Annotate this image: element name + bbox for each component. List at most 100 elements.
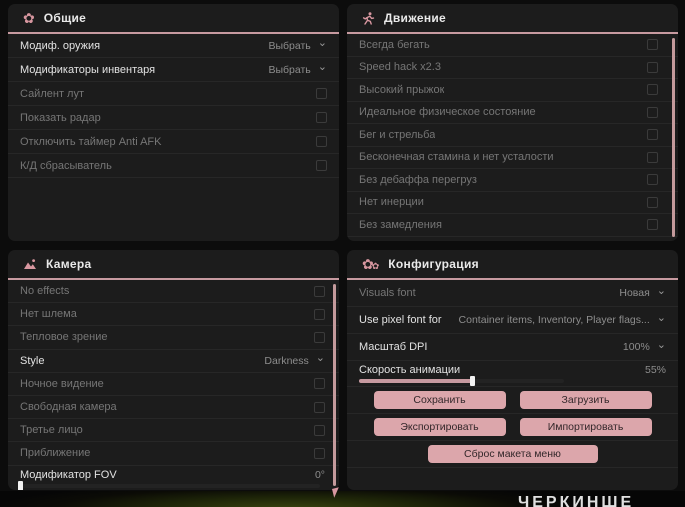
setting-row: Сайлент лут — [8, 82, 339, 106]
panel-header: Камера — [8, 250, 339, 280]
slider-value: 55% — [644, 364, 666, 376]
load-button[interactable]: Загрузить — [519, 391, 652, 409]
slider[interactable] — [359, 376, 564, 386]
button-row: Экспортировать Импортировать — [347, 414, 678, 441]
panel-title: Общие — [43, 11, 87, 25]
setting-row: Третье лицо — [8, 419, 339, 443]
setting-label: Без дебаффа перегруз — [359, 173, 477, 186]
gears-icon: ✿ ✿ — [362, 256, 380, 272]
checkbox[interactable] — [647, 61, 658, 73]
panel-rows: Всегда бегать Speed hack x2.3 Высокий прыж… — [347, 34, 678, 237]
checkbox[interactable] — [647, 84, 658, 96]
setting-row: Высокий прыжок — [347, 79, 678, 102]
setting-row: Ночное видение — [8, 373, 339, 396]
setting-label: Бег и стрельба — [359, 128, 436, 141]
checkbox[interactable] — [316, 88, 327, 99]
checkbox[interactable] — [647, 219, 658, 231]
setting-row: Скорость анимации 55% — [347, 361, 678, 387]
panel-title: Конфигурация — [388, 257, 479, 271]
setting-label: Нет шлема — [20, 308, 77, 321]
setting-label: Масштаб DPI — [359, 341, 428, 353]
checkbox[interactable] — [314, 401, 325, 413]
panel-header: ✿ Общие — [8, 4, 339, 34]
panel-general: ✿ Общие Модиф. оружия Выбрать ⌄ Модификаторы … — [8, 4, 339, 241]
setting-label: Visuals font — [359, 287, 416, 299]
setting-label: Свободная камера — [20, 401, 117, 414]
dropdown[interactable]: 100% ⌄ — [622, 338, 666, 353]
setting-label: Скорость анимации — [359, 364, 461, 376]
checkbox[interactable] — [316, 112, 327, 123]
setting-label: Use pixel font for — [359, 314, 442, 326]
checkbox[interactable] — [314, 308, 325, 320]
checkbox[interactable] — [647, 106, 658, 118]
setting-label: Нет инерции — [359, 196, 424, 209]
dropdown[interactable]: Darkness ⌄ — [264, 352, 325, 367]
setting-label: Третье лицо — [20, 424, 83, 437]
dropdown-value: Darkness — [264, 354, 309, 367]
checkbox[interactable] — [314, 424, 325, 436]
panel-header: ✿ ✿ Конфигурация — [347, 250, 678, 280]
gear-icon: ✿ — [23, 10, 35, 26]
checkbox[interactable] — [647, 196, 658, 208]
setting-label: Ночное видение — [20, 377, 104, 390]
dropdown[interactable]: Выбрать ⌄ — [268, 61, 327, 76]
setting-row: Бег и стрельба — [347, 124, 678, 147]
checkbox[interactable] — [314, 447, 325, 459]
scrollbar[interactable] — [672, 38, 675, 237]
setting-label: Всегда бегать — [359, 38, 430, 51]
setting-row-line: Скорость анимации 55% — [359, 364, 666, 376]
setting-label: Speed hack x2.3 — [359, 61, 441, 74]
chevron-down-icon: ⌄ — [317, 37, 327, 49]
checkbox[interactable] — [314, 285, 325, 297]
dropdown[interactable]: Новая ⌄ — [619, 284, 666, 299]
checkbox[interactable] — [647, 129, 658, 141]
setting-row: Всегда бегать — [347, 34, 678, 57]
setting-row: К/Д сбрасыватель — [8, 154, 339, 178]
chevron-down-icon: ⌄ — [317, 61, 327, 73]
chevron-down-icon: ⌄ — [656, 311, 666, 324]
mouse-cursor-icon — [332, 487, 341, 498]
setting-row: Style Darkness ⌄ — [8, 350, 339, 373]
slider-fill — [359, 379, 472, 383]
setting-row: Модификаторы инвентаря Выбрать ⌄ — [8, 58, 339, 82]
setting-row: Без замедления — [347, 214, 678, 237]
setting-row: Отключить таймер Anti AFK — [8, 130, 339, 154]
checkbox[interactable] — [314, 331, 325, 343]
dropdown-value: 100% — [622, 341, 650, 353]
slider-handle[interactable] — [18, 480, 23, 490]
checkbox[interactable] — [647, 174, 658, 186]
checkbox[interactable] — [647, 151, 658, 163]
save-button[interactable]: Сохранить — [373, 391, 506, 409]
panel-title: Движение — [384, 11, 447, 25]
setting-row: Нет инерции — [347, 192, 678, 214]
export-button[interactable]: Экспортировать — [373, 418, 506, 436]
setting-row: Приближение — [8, 442, 339, 466]
reset-menu-layout-button[interactable]: Сброс макета меню — [427, 445, 598, 463]
chevron-down-icon: ⌄ — [656, 338, 666, 351]
runner-icon — [362, 11, 375, 25]
slider-handle[interactable] — [469, 376, 475, 386]
dropdown[interactable]: Выбрать ⌄ — [268, 37, 327, 52]
setting-label: Сайлент лут — [20, 87, 84, 100]
chevron-down-icon: ⌄ — [315, 352, 325, 365]
checkbox[interactable] — [314, 378, 325, 390]
setting-label: Style — [20, 354, 45, 367]
scrollbar[interactable] — [333, 284, 336, 486]
setting-label: Показать радар — [20, 111, 101, 124]
checkbox[interactable] — [647, 39, 658, 51]
import-button[interactable]: Импортировать — [519, 418, 652, 436]
setting-row: Показать радар — [8, 106, 339, 130]
panel-movement: Движение Всегда бегать Speed hack x2.3 Высо… — [347, 4, 678, 241]
slider[interactable] — [18, 480, 320, 490]
checkbox[interactable] — [316, 160, 327, 171]
chevron-down-icon: ⌄ — [656, 284, 666, 297]
background-location-text: ЧЕРКИНШЕ — [518, 494, 635, 507]
dropdown[interactable]: Container items, Inventory, Player flags… — [459, 311, 666, 326]
setting-row-line: Модификатор FOV 0° — [20, 469, 325, 481]
setting-label: К/Д сбрасыватель — [20, 159, 112, 172]
checkbox[interactable] — [316, 136, 327, 147]
setting-row: Идеальное физическое состояние — [347, 102, 678, 124]
setting-label: Без замедления — [359, 218, 442, 231]
panel-header: Движение — [347, 4, 678, 34]
setting-row: Speed hack x2.3 — [347, 57, 678, 79]
